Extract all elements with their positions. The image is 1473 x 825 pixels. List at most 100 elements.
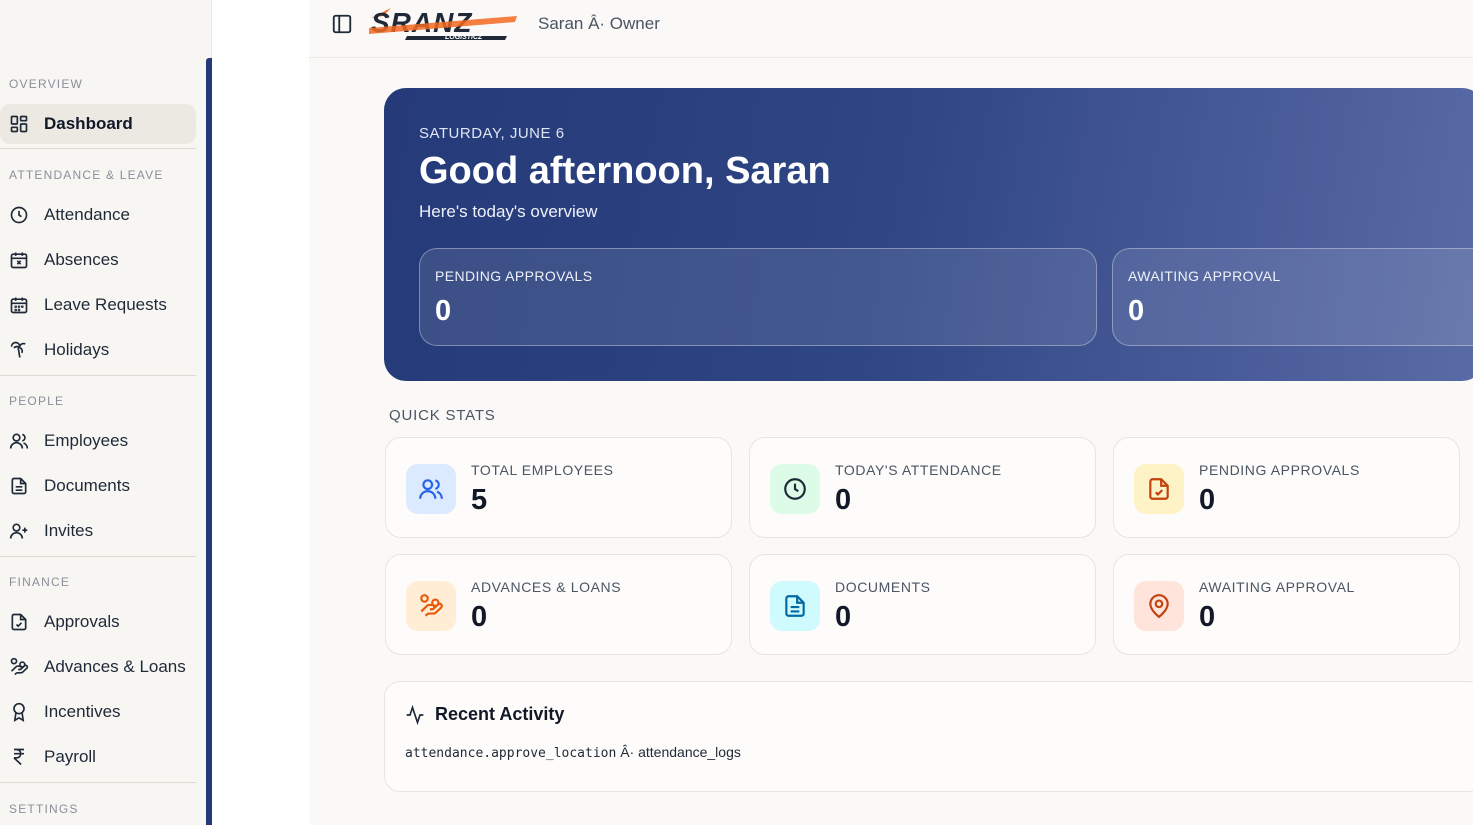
hand-coins-icon (10, 657, 29, 676)
award-icon (13, 702, 25, 722)
stat-value: 0 (1199, 484, 1216, 516)
stat-label: AWAITING APPROVAL (1199, 579, 1355, 595)
stat-value: 5 (471, 484, 488, 516)
hero-card-awaiting-approval[interactable]: AWAITING APPROVAL 0 (1112, 248, 1473, 346)
hero-greeting: Good afternoon, Saran (419, 150, 831, 192)
sidebar: OVERVIEW Dashboard ATTENDANCE & LEAVE At… (0, 0, 212, 825)
stat-label: TOTAL EMPLOYEES (471, 462, 614, 478)
map-pin-icon (1149, 594, 1169, 619)
hero-subtitle: Here's today's overview (419, 202, 598, 221)
recent-activity-title: Recent Activity (435, 704, 565, 724)
stat-value: 0 (835, 484, 852, 516)
sidebar-item-label: Invites (44, 521, 94, 540)
recent-activity-header: Recent Activity (405, 704, 564, 725)
sidebar-divider (0, 782, 196, 783)
hero-card-label: AWAITING APPROVAL (1128, 268, 1281, 284)
stat-card-awaiting-approval[interactable]: AWAITING APPROVAL 0 (1113, 554, 1460, 655)
top-header: SRANZ LOGISTICZ Saran Â· Owner (309, 0, 1473, 58)
sidebar-divider (0, 148, 196, 149)
hero-date: SATURDAY, JUNE 6 (419, 125, 565, 142)
stat-icon-container (406, 581, 456, 631)
stat-value: 0 (471, 601, 488, 633)
file-check-icon (11, 613, 27, 631)
file-text-icon (11, 477, 27, 495)
sidebar-item-advances-loans[interactable]: Advances & Loans (0, 647, 196, 687)
stat-card-pending-approvals[interactable]: PENDING APPROVALS 0 (1113, 437, 1460, 538)
stat-label: ADVANCES & LOANS (471, 579, 622, 595)
stat-value: 0 (835, 601, 852, 633)
section-label-settings: SETTINGS (9, 802, 79, 816)
brand-logo[interactable]: SRANZ LOGISTICZ (367, 4, 519, 44)
sidebar-item-invites[interactable]: Invites (0, 511, 196, 551)
user-role-label[interactable]: Saran Â· Owner (538, 14, 660, 34)
clock-icon (10, 206, 28, 224)
palm-tree-icon (10, 341, 26, 358)
hero-card-value: 0 (435, 295, 452, 327)
calendar-days-icon (10, 297, 28, 314)
sidebar-item-employees[interactable]: Employees (0, 421, 196, 461)
stat-label: PENDING APPROVALS (1199, 462, 1360, 478)
sidebar-item-leave-requests[interactable]: Leave Requests (0, 285, 196, 325)
stat-icon-container (770, 464, 820, 514)
stat-icon-container (406, 464, 456, 514)
sidebar-item-label: Payroll (44, 747, 96, 766)
activity-target: attendance_logs (638, 744, 741, 760)
stat-card-total-employees[interactable]: TOTAL EMPLOYEES 5 (385, 437, 732, 538)
section-label-finance: FINANCE (9, 575, 71, 589)
sidebar-item-label: Documents (44, 476, 130, 495)
sidebar-toggle-icon[interactable] (331, 13, 353, 35)
stat-card-documents[interactable]: DOCUMENTS 0 (749, 554, 1096, 655)
activity-list-item[interactable]: attendance.approve_location Â· attendanc… (405, 744, 741, 761)
file-check-icon (1149, 478, 1169, 500)
hero-card-pending-approvals[interactable]: PENDING APPROVALS 0 (419, 248, 1097, 346)
sidebar-item-label: Attendance (44, 205, 131, 224)
hero-card-label: PENDING APPROVALS (435, 268, 593, 284)
section-label-people: PEOPLE (9, 394, 65, 408)
recent-activity-panel: Recent Activity attendance.approve_locat… (384, 681, 1473, 792)
stat-card-todays-attendance[interactable]: TODAY'S ATTENDANCE 0 (749, 437, 1096, 538)
users-icon (419, 479, 443, 499)
sidebar-item-attendance[interactable]: Attendance (0, 195, 196, 235)
stat-card-advances-loans[interactable]: ADVANCES & LOANS 0 (385, 554, 732, 655)
brand-logo-subtext: LOGISTICZ (445, 34, 483, 41)
sidebar-item-label: Dashboard (44, 114, 133, 133)
stat-icon-container (1134, 464, 1184, 514)
activity-action: attendance.approve_location (405, 746, 617, 761)
layout-grid-icon (10, 115, 28, 133)
stat-icon-container (770, 581, 820, 631)
sidebar-item-label: Employees (44, 431, 129, 450)
sidebar-item-label: Holidays (44, 340, 110, 359)
quick-stats-label: QUICK STATS (389, 407, 496, 424)
sidebar-item-label: Absences (44, 250, 119, 269)
stat-label: DOCUMENTS (835, 579, 931, 595)
section-label-attendance: ATTENDANCE & LEAVE (9, 168, 164, 182)
sidebar-item-absences[interactable]: Absences (0, 240, 196, 280)
hero-card-value: 0 (1128, 295, 1145, 327)
activity-icon (406, 704, 424, 725)
sidebar-item-label: Leave Requests (44, 295, 167, 314)
sidebar-item-incentives[interactable]: Incentives (0, 692, 196, 732)
stat-icon-container (1134, 581, 1184, 631)
sidebar-item-label: Advances & Loans (44, 657, 186, 676)
stat-label: TODAY'S ATTENDANCE (835, 462, 1002, 478)
user-plus-icon (9, 523, 28, 539)
sidebar-divider (0, 375, 196, 376)
users-icon (9, 433, 29, 449)
sidebar-item-holidays[interactable]: Holidays (0, 330, 196, 370)
section-label-overview: OVERVIEW (9, 77, 84, 91)
file-text-icon (785, 595, 805, 617)
stat-value: 0 (1199, 601, 1216, 633)
activity-separator: Â· (620, 744, 635, 760)
clock-icon (784, 478, 806, 500)
hand-coins-icon (420, 594, 443, 617)
sidebar-item-approvals[interactable]: Approvals (0, 602, 196, 642)
sidebar-item-label: Incentives (44, 702, 121, 721)
sidebar-item-label: Approvals (44, 612, 120, 631)
sidebar-item-documents[interactable]: Documents (0, 466, 196, 506)
sidebar-item-payroll[interactable]: Payroll (0, 737, 196, 777)
sidebar-divider (0, 556, 196, 557)
content-gutter (212, 0, 309, 825)
calendar-x-icon (10, 252, 28, 269)
rupee-icon (13, 748, 24, 766)
sidebar-item-dashboard[interactable]: Dashboard (0, 104, 196, 144)
